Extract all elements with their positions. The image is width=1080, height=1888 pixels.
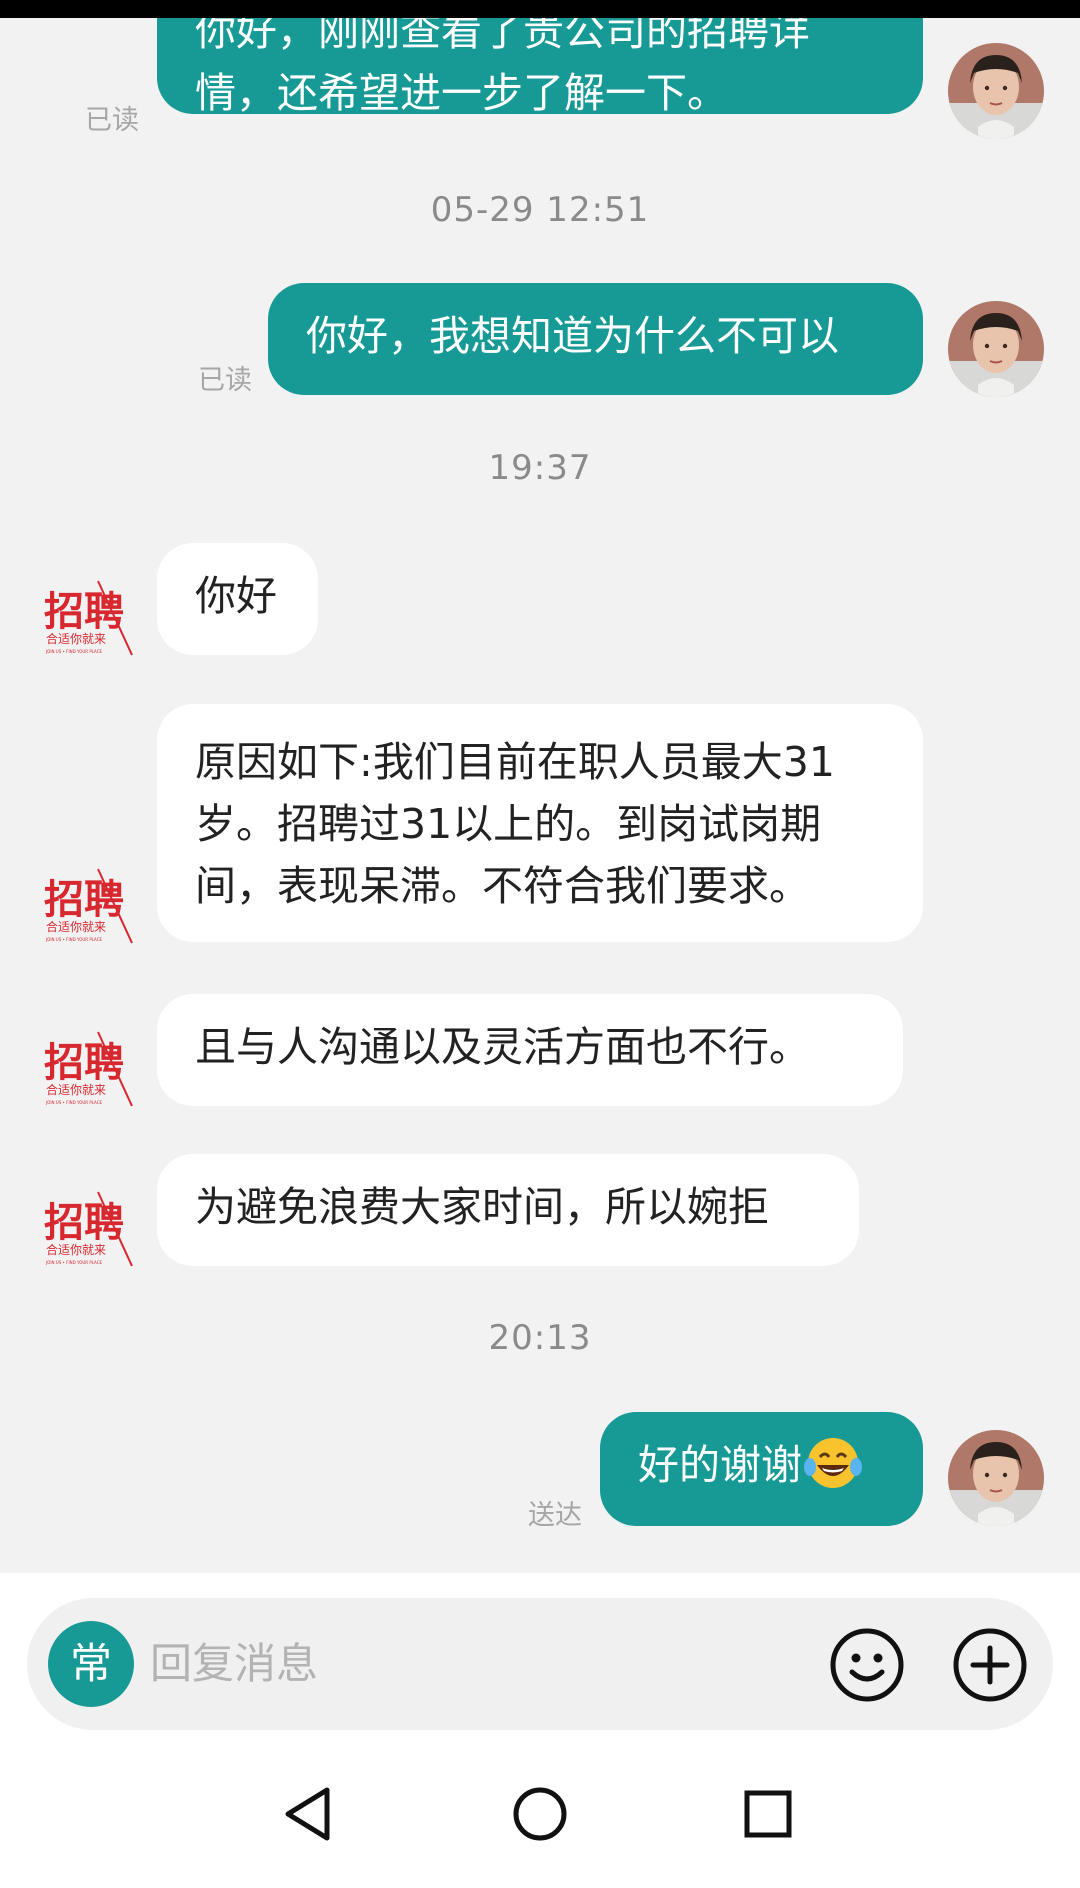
recruiter-logo-subtitle: 合适你就来: [46, 919, 106, 934]
incoming-message-bubble[interactable]: 原因如下:我们目前在职人员最大31 岁。招聘过31以上的。到岗试岗期 间，表现呆…: [157, 704, 923, 942]
outgoing-message-bubble[interactable]: 你好，我想知道为什么不可以: [268, 283, 923, 395]
message-line: 间，表现呆滞。不符合我们要求。: [195, 862, 810, 910]
recruiter-logo-title: 招聘: [44, 1200, 124, 1246]
user-avatar-photo: [948, 43, 1044, 139]
message-text: 好的谢谢: [638, 1441, 802, 1489]
recruiter-logo: 招聘 合适你就来 JOIN US • FIND YOUR PLACE: [44, 580, 133, 656]
message-line: 岁。招聘过31以上的。到岗试岗期: [195, 800, 822, 848]
recruiter-logo: 招聘 合适你就来 JOIN US • FIND YOUR PLACE: [44, 1031, 133, 1107]
timestamp: 20:13: [488, 1318, 592, 1358]
incoming-message-bubble[interactable]: 你好: [157, 543, 318, 655]
recruiter-logo-tagline: JOIN US • FIND YOUR PLACE: [45, 1100, 103, 1105]
recruiter-logo-subtitle: 合适你就来: [46, 1242, 106, 1257]
system-navigation-bar: [0, 1760, 1080, 1888]
recruiter-logo-title: 招聘: [44, 877, 124, 923]
triangle-back-icon[interactable]: [270, 1774, 350, 1854]
timestamp: 19:37: [488, 448, 592, 488]
message-line: 情，还希望进一步了解一下。: [195, 69, 728, 117]
recruiter-avatar[interactable]: 招聘 合适你就来 JOIN US • FIND YOUR PLACE: [40, 575, 136, 671]
square-recents-icon[interactable]: [728, 1774, 808, 1854]
recruiter-avatar[interactable]: 招聘 合适你就来 JOIN US • FIND YOUR PLACE: [40, 863, 136, 959]
status-bar-strip: [0, 0, 1080, 18]
recruiter-logo-subtitle: 合适你就来: [46, 1082, 106, 1097]
recruiter-logo-tagline: JOIN US • FIND YOUR PLACE: [45, 937, 103, 942]
read-receipt: 已读: [85, 105, 139, 136]
circle-home-icon[interactable]: [500, 1774, 580, 1854]
user-avatar-photo: [948, 1430, 1044, 1526]
message-text: 且与人沟通以及灵活方面也不行。: [195, 1023, 810, 1071]
recruiter-logo-subtitle: 合适你就来: [46, 631, 106, 646]
recruiter-avatar[interactable]: 招聘 合适你就来 JOIN US • FIND YOUR PLACE: [40, 1186, 136, 1282]
message-text: 你好: [195, 572, 277, 620]
smiley-icon[interactable]: [828, 1626, 906, 1704]
incoming-message-bubble[interactable]: 为避免浪费大家时间，所以婉拒: [157, 1154, 859, 1266]
plus-circle-icon[interactable]: [951, 1626, 1029, 1704]
recruiter-avatar[interactable]: 招聘 合适你就来 JOIN US • FIND YOUR PLACE: [40, 1026, 136, 1122]
chat-scroll-area[interactable]: 你好，刚刚查看了贵公司的招聘详 情，还希望进一步了解一下。 已读 05-29 1…: [0, 18, 1080, 1573]
recruiter-logo: 招聘 合适你就来 JOIN US • FIND YOUR PLACE: [44, 868, 133, 944]
message-line: 你好，刚刚查看了贵公司的招聘详: [195, 18, 810, 55]
read-receipt: 已读: [198, 365, 252, 396]
user-avatar-photo: [948, 301, 1044, 397]
recruiter-logo-tagline: JOIN US • FIND YOUR PLACE: [45, 1260, 103, 1265]
recruiter-logo-tagline: JOIN US • FIND YOUR PLACE: [45, 649, 103, 654]
message-text: 你好，我想知道为什么不可以: [306, 312, 839, 360]
delivered-receipt: 送达: [528, 1500, 582, 1531]
user-avatar[interactable]: [948, 43, 1044, 139]
outgoing-message-bubble[interactable]: 好的谢谢: [600, 1412, 923, 1526]
laughing-tears-emoji-icon: [802, 1435, 864, 1491]
common-phrases-button[interactable]: 常: [48, 1621, 134, 1707]
reply-input-bar[interactable]: 常 回复消息: [27, 1598, 1053, 1730]
incoming-message-bubble[interactable]: 且与人沟通以及灵活方面也不行。: [157, 994, 903, 1106]
recruiter-logo-title: 招聘: [44, 1040, 124, 1086]
outgoing-message-bubble[interactable]: 你好，刚刚查看了贵公司的招聘详 情，还希望进一步了解一下。: [157, 18, 923, 117]
user-avatar[interactable]: [948, 301, 1044, 397]
message-line: 原因如下:我们目前在职人员最大31: [195, 738, 835, 786]
reply-input-placeholder[interactable]: 回复消息: [150, 1636, 318, 1692]
message-text: 为避免浪费大家时间，所以婉拒: [195, 1183, 769, 1231]
recruiter-logo-title: 招聘: [44, 589, 124, 635]
user-avatar[interactable]: [948, 1430, 1044, 1526]
timestamp: 05-29 12:51: [430, 190, 650, 230]
recruiter-logo: 招聘 合适你就来 JOIN US • FIND YOUR PLACE: [44, 1191, 133, 1267]
